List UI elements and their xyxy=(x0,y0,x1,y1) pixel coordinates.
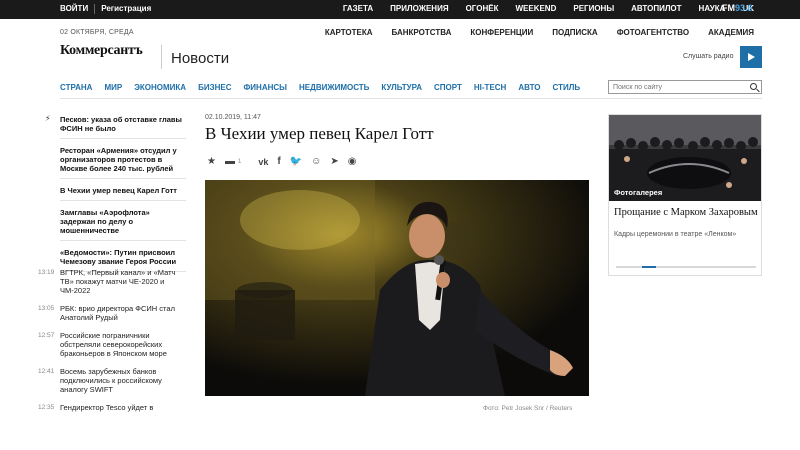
odnoklassniki-icon[interactable]: ☺ xyxy=(311,156,321,167)
feed-time: 12:35 xyxy=(38,404,55,411)
whatsapp-icon[interactable]: ◉ xyxy=(348,156,357,167)
subnav-subscription[interactable]: ПОДПИСКА xyxy=(552,28,598,37)
fm-label: FM xyxy=(722,3,735,13)
top-news-item[interactable]: Песков: указа об отставке главы ФСИН не … xyxy=(60,112,186,139)
rubric-hitech[interactable]: HI-TECH xyxy=(474,83,506,92)
rubric-economy[interactable]: ЭКОНОМИКА xyxy=(134,83,186,92)
feed-text: Гендиректор Tesco уйдет в xyxy=(60,403,154,412)
facebook-icon[interactable]: f xyxy=(277,156,280,167)
listen-radio-label[interactable]: Слушать радио xyxy=(683,53,733,60)
rubric-realty[interactable]: НЕДВИЖИМОСТЬ xyxy=(299,83,369,92)
twitter-icon[interactable]: 🐦 xyxy=(290,156,302,167)
rubric-world[interactable]: МИР xyxy=(104,83,122,92)
divider xyxy=(161,45,162,69)
gallery-image[interactable]: Фотогалерея xyxy=(609,115,761,201)
feed-item[interactable]: 12:35 Гендиректор Tesco уйдет в xyxy=(38,403,188,412)
current-date: 02 ОКТЯБРЯ, СРЕДА xyxy=(60,29,134,36)
sub-nav: КАРТОТЕКА БАНКРОТСТВА КОНФЕРЕНЦИИ ПОДПИС… xyxy=(306,28,754,37)
rubric-sport[interactable]: СПОРТ xyxy=(434,83,462,92)
top-news-item[interactable]: Замглавы «Аэрофлота» задержан по делу о … xyxy=(60,205,186,241)
news-feed: 13:19 ВГТРК, «Первый канал» и «Матч ТВ» … xyxy=(38,268,188,421)
feed-time: 12:57 xyxy=(38,332,55,339)
rubric-culture[interactable]: КУЛЬТУРА xyxy=(381,83,422,92)
subnav-photoagency[interactable]: ФОТОАГЕНТСТВО xyxy=(617,28,689,37)
play-radio-button[interactable] xyxy=(740,46,762,68)
top-news-item[interactable]: Ресторан «Армения» отсудил у организатор… xyxy=(60,143,186,179)
feed-item[interactable]: 13:05 РБК: врио директора ФСИН стал Анат… xyxy=(38,304,188,322)
feed-text: Восемь зарубежных банков подключились к … xyxy=(60,367,162,394)
top-bar: ВОЙТИ Регистрация ГАЗЕТА ПРИЛОЖЕНИЯ ОГОН… xyxy=(0,0,800,19)
search-input[interactable] xyxy=(608,80,762,94)
rubric-country[interactable]: СТРАНА xyxy=(60,83,92,92)
section-title[interactable]: Новости xyxy=(171,50,229,67)
feed-text: РБК: врио директора ФСИН стал Анатолий Р… xyxy=(60,304,175,322)
favorite-star-icon[interactable]: ★ xyxy=(207,156,216,167)
feed-text: ВГТРК, «Первый канал» и «Матч ТВ» покажу… xyxy=(60,268,176,295)
top-nav-regions[interactable]: РЕГИОНЫ xyxy=(573,4,614,13)
top-nav-apps[interactable]: ПРИЛОЖЕНИЯ xyxy=(390,4,448,13)
fm-frequency: 93.6 xyxy=(735,3,753,13)
feed-text: Российские пограничники обстреляли север… xyxy=(60,331,167,358)
site-logo[interactable]: Коммерсантъ xyxy=(60,43,143,59)
login-link[interactable]: ВОЙТИ xyxy=(60,4,94,14)
top-news-list: Песков: указа об отставке главы ФСИН не … xyxy=(60,112,186,276)
top-news-item[interactable]: В Чехии умер певец Карел Готт xyxy=(60,183,186,201)
search-icon[interactable] xyxy=(750,83,757,90)
feed-item[interactable]: 12:41 Восемь зарубежных банков подключил… xyxy=(38,367,188,394)
feed-time: 13:05 xyxy=(38,305,55,312)
feed-time: 13:19 xyxy=(38,269,55,276)
photo-credit: Фото: Petr Josek Snr / Reuters xyxy=(483,405,573,412)
comment-count: 1 xyxy=(237,158,242,165)
subnav-bankruptcy[interactable]: БАНКРОТСТВА xyxy=(392,28,452,37)
subnav-academy[interactable]: АКАДЕМИЯ xyxy=(708,28,754,37)
register-link[interactable]: Регистрация xyxy=(95,4,157,14)
feed-item[interactable]: 12:57 Российские пограничники обстреляли… xyxy=(38,331,188,358)
rubric-finance[interactable]: ФИНАНСЫ xyxy=(243,83,287,92)
share-bar: ★ ▬ 1 vk f 🐦 ☺ ➤ ◉ xyxy=(207,156,365,167)
gallery-title[interactable]: Прощание с Марком Захаровым xyxy=(614,207,759,219)
comments-icon[interactable]: ▬ xyxy=(225,156,235,167)
gallery-scroll-thumb[interactable] xyxy=(642,266,656,268)
fm-radio-link[interactable]: FM93.6 xyxy=(722,3,753,13)
feed-item[interactable]: 13:19 ВГТРК, «Первый канал» и «Матч ТВ» … xyxy=(38,268,188,295)
gallery-scrollbar[interactable] xyxy=(616,266,756,268)
rubric-business[interactable]: БИЗНЕС xyxy=(198,83,231,92)
rubrics-nav: СТРАНА МИР ЭКОНОМИКА БИЗНЕС ФИНАНСЫ НЕДВ… xyxy=(60,83,592,92)
singer-photo xyxy=(205,180,589,396)
vk-icon[interactable]: vk xyxy=(258,157,268,167)
top-nav-weekend[interactable]: WEEKEND xyxy=(515,4,556,13)
top-nav: ГАЗЕТА ПРИЛОЖЕНИЯ ОГОНЁК WEEKEND РЕГИОНЫ… xyxy=(326,4,754,13)
feed-time: 12:41 xyxy=(38,368,55,375)
rubric-style[interactable]: СТИЛЬ xyxy=(553,83,581,92)
subnav-kartoteka[interactable]: КАРТОТЕКА xyxy=(325,28,373,37)
top-nav-gazeta[interactable]: ГАЗЕТА xyxy=(343,4,373,13)
subnav-conferences[interactable]: КОНФЕРЕНЦИИ xyxy=(470,28,533,37)
top-nav-ogonek[interactable]: ОГОНЁК xyxy=(466,4,499,13)
gallery-subtitle: Кадры церемонии в театре «Ленком» xyxy=(614,231,737,238)
article-datetime: 02.10.2019, 11:47 xyxy=(205,114,261,121)
auth-links: ВОЙТИ Регистрация xyxy=(60,4,157,14)
top-nav-autopilot[interactable]: АВТОПИЛОТ xyxy=(631,4,681,13)
gallery-tag: Фотогалерея xyxy=(614,188,663,197)
rubric-auto[interactable]: АВТО xyxy=(518,83,540,92)
divider xyxy=(60,98,762,99)
telegram-icon[interactable]: ➤ xyxy=(330,156,338,167)
article-title: В Чехии умер певец Карел Готт xyxy=(205,124,434,143)
lightning-icon: ⚡ xyxy=(45,114,51,123)
article-photo xyxy=(205,180,589,396)
photo-gallery-widget[interactable]: Фотогалерея Прощание с Марком Захаровым … xyxy=(608,114,762,276)
